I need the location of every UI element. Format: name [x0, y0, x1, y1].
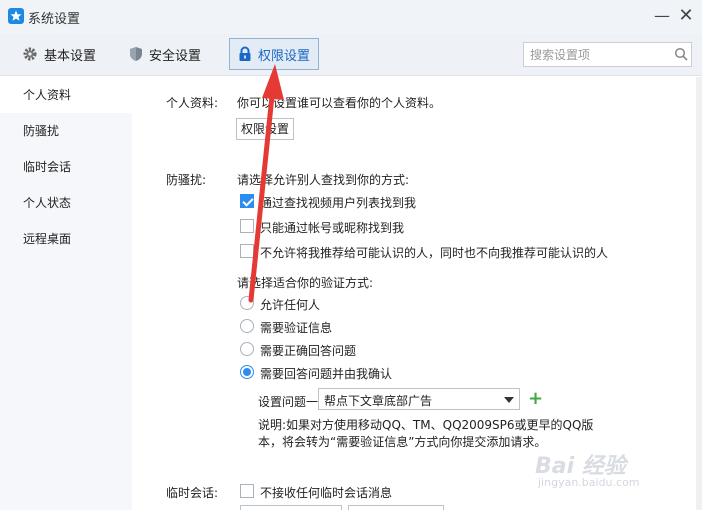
tab-security-settings[interactable]: 安全设置: [121, 38, 209, 70]
allow-anyone-radio[interactable]: [240, 296, 254, 310]
checkbox-label: 只能通过帐号或昵称找到我: [260, 221, 405, 235]
minimize-button[interactable]: —: [650, 6, 674, 26]
tab-label: 安全设置: [149, 48, 202, 64]
answer-and-confirm-radio[interactable]: [240, 365, 254, 379]
radio-label: 需要回答问题并由我确认: [260, 367, 393, 381]
question-select[interactable]: 帮点下文章底部广告: [318, 388, 520, 410]
app-logo-icon: [8, 8, 24, 24]
verify-note-line-2: 本，将会转为“需要验证信息”方式向你提交添加请求。: [258, 435, 547, 449]
sidebar-item-profile[interactable]: 个人资料: [0, 77, 132, 113]
verify-note-line-1: 说明:如果对方使用移动QQ、TM、QQ2009SP6或更早的QQ版: [258, 418, 594, 432]
partial-button[interactable]: [348, 505, 444, 510]
find-via-account-checkbox[interactable]: [240, 219, 254, 233]
sidebar-item-remote-desktop[interactable]: 远程桌面: [0, 221, 132, 257]
question-label: 设置问题一:: [258, 395, 323, 409]
anti-harass-section-label: 防骚扰:: [166, 173, 207, 187]
radio-label: 需要正确回答问题: [260, 344, 357, 358]
profile-description: 你可以设置谁可以查看你的个人资料。: [237, 96, 442, 110]
checkbox-label: 通过查找视频用户列表找到我: [260, 196, 417, 210]
tab-basic-settings[interactable]: 基本设置: [14, 38, 104, 70]
chevron-down-icon: [504, 397, 514, 403]
close-button[interactable]: ✕: [674, 6, 698, 26]
require-correct-answer-radio[interactable]: [240, 342, 254, 356]
find-method-prompt: 请选择允许别人查找到你的方式:: [237, 173, 410, 187]
lock-icon: [239, 46, 251, 61]
question-select-value: 帮点下文章底部广告: [324, 394, 433, 408]
require-verify-info-radio[interactable]: [240, 319, 254, 333]
content-scrollbar[interactable]: [696, 77, 702, 510]
shield-icon: [130, 47, 142, 61]
partial-button[interactable]: [240, 505, 342, 510]
watermark-url: jingyan.baidu.com: [538, 476, 640, 489]
verify-method-prompt: 请选择适合你的验证方式:: [237, 276, 374, 290]
temp-chat-section-label: 临时会话:: [166, 486, 219, 500]
tab-label: 权限设置: [258, 48, 311, 64]
no-recommend-checkbox[interactable]: [240, 244, 254, 258]
permission-settings-button[interactable]: 权限设置: [236, 118, 295, 140]
add-question-icon[interactable]: +: [528, 390, 543, 408]
checkbox-label: 不允许将我推荐给可能认识的人，同时也不向我推荐可能认识的人: [260, 246, 609, 260]
reject-temp-chat-checkbox[interactable]: [240, 484, 254, 498]
tab-permission-settings[interactable]: 权限设置: [229, 38, 319, 70]
title-bar: 系统设置 — ✕: [0, 0, 702, 34]
window-title: 系统设置: [28, 12, 81, 27]
tab-label: 基本设置: [44, 48, 97, 64]
checkbox-label: 不接收任何临时会话消息: [260, 486, 393, 500]
search-input[interactable]: [530, 46, 670, 64]
radio-label: 需要验证信息: [260, 321, 333, 335]
radio-label: 允许任何人: [260, 298, 321, 312]
sidebar: 个人资料 防骚扰 临时会话 个人状态 远程桌面: [0, 77, 132, 510]
settings-content: 个人资料: 你可以设置谁可以查看你的个人资料。 权限设置 防骚扰: 请选择允许别…: [132, 77, 702, 510]
sidebar-item-status[interactable]: 个人状态: [0, 185, 132, 221]
search-box[interactable]: [523, 42, 692, 67]
find-via-video-list-checkbox[interactable]: [240, 194, 254, 208]
sidebar-item-anti-harass[interactable]: 防骚扰: [0, 113, 132, 149]
sidebar-item-temp-chat[interactable]: 临时会话: [0, 149, 132, 185]
search-icon[interactable]: [674, 47, 688, 61]
gear-icon: [23, 47, 37, 61]
profile-section-label: 个人资料:: [166, 96, 219, 110]
